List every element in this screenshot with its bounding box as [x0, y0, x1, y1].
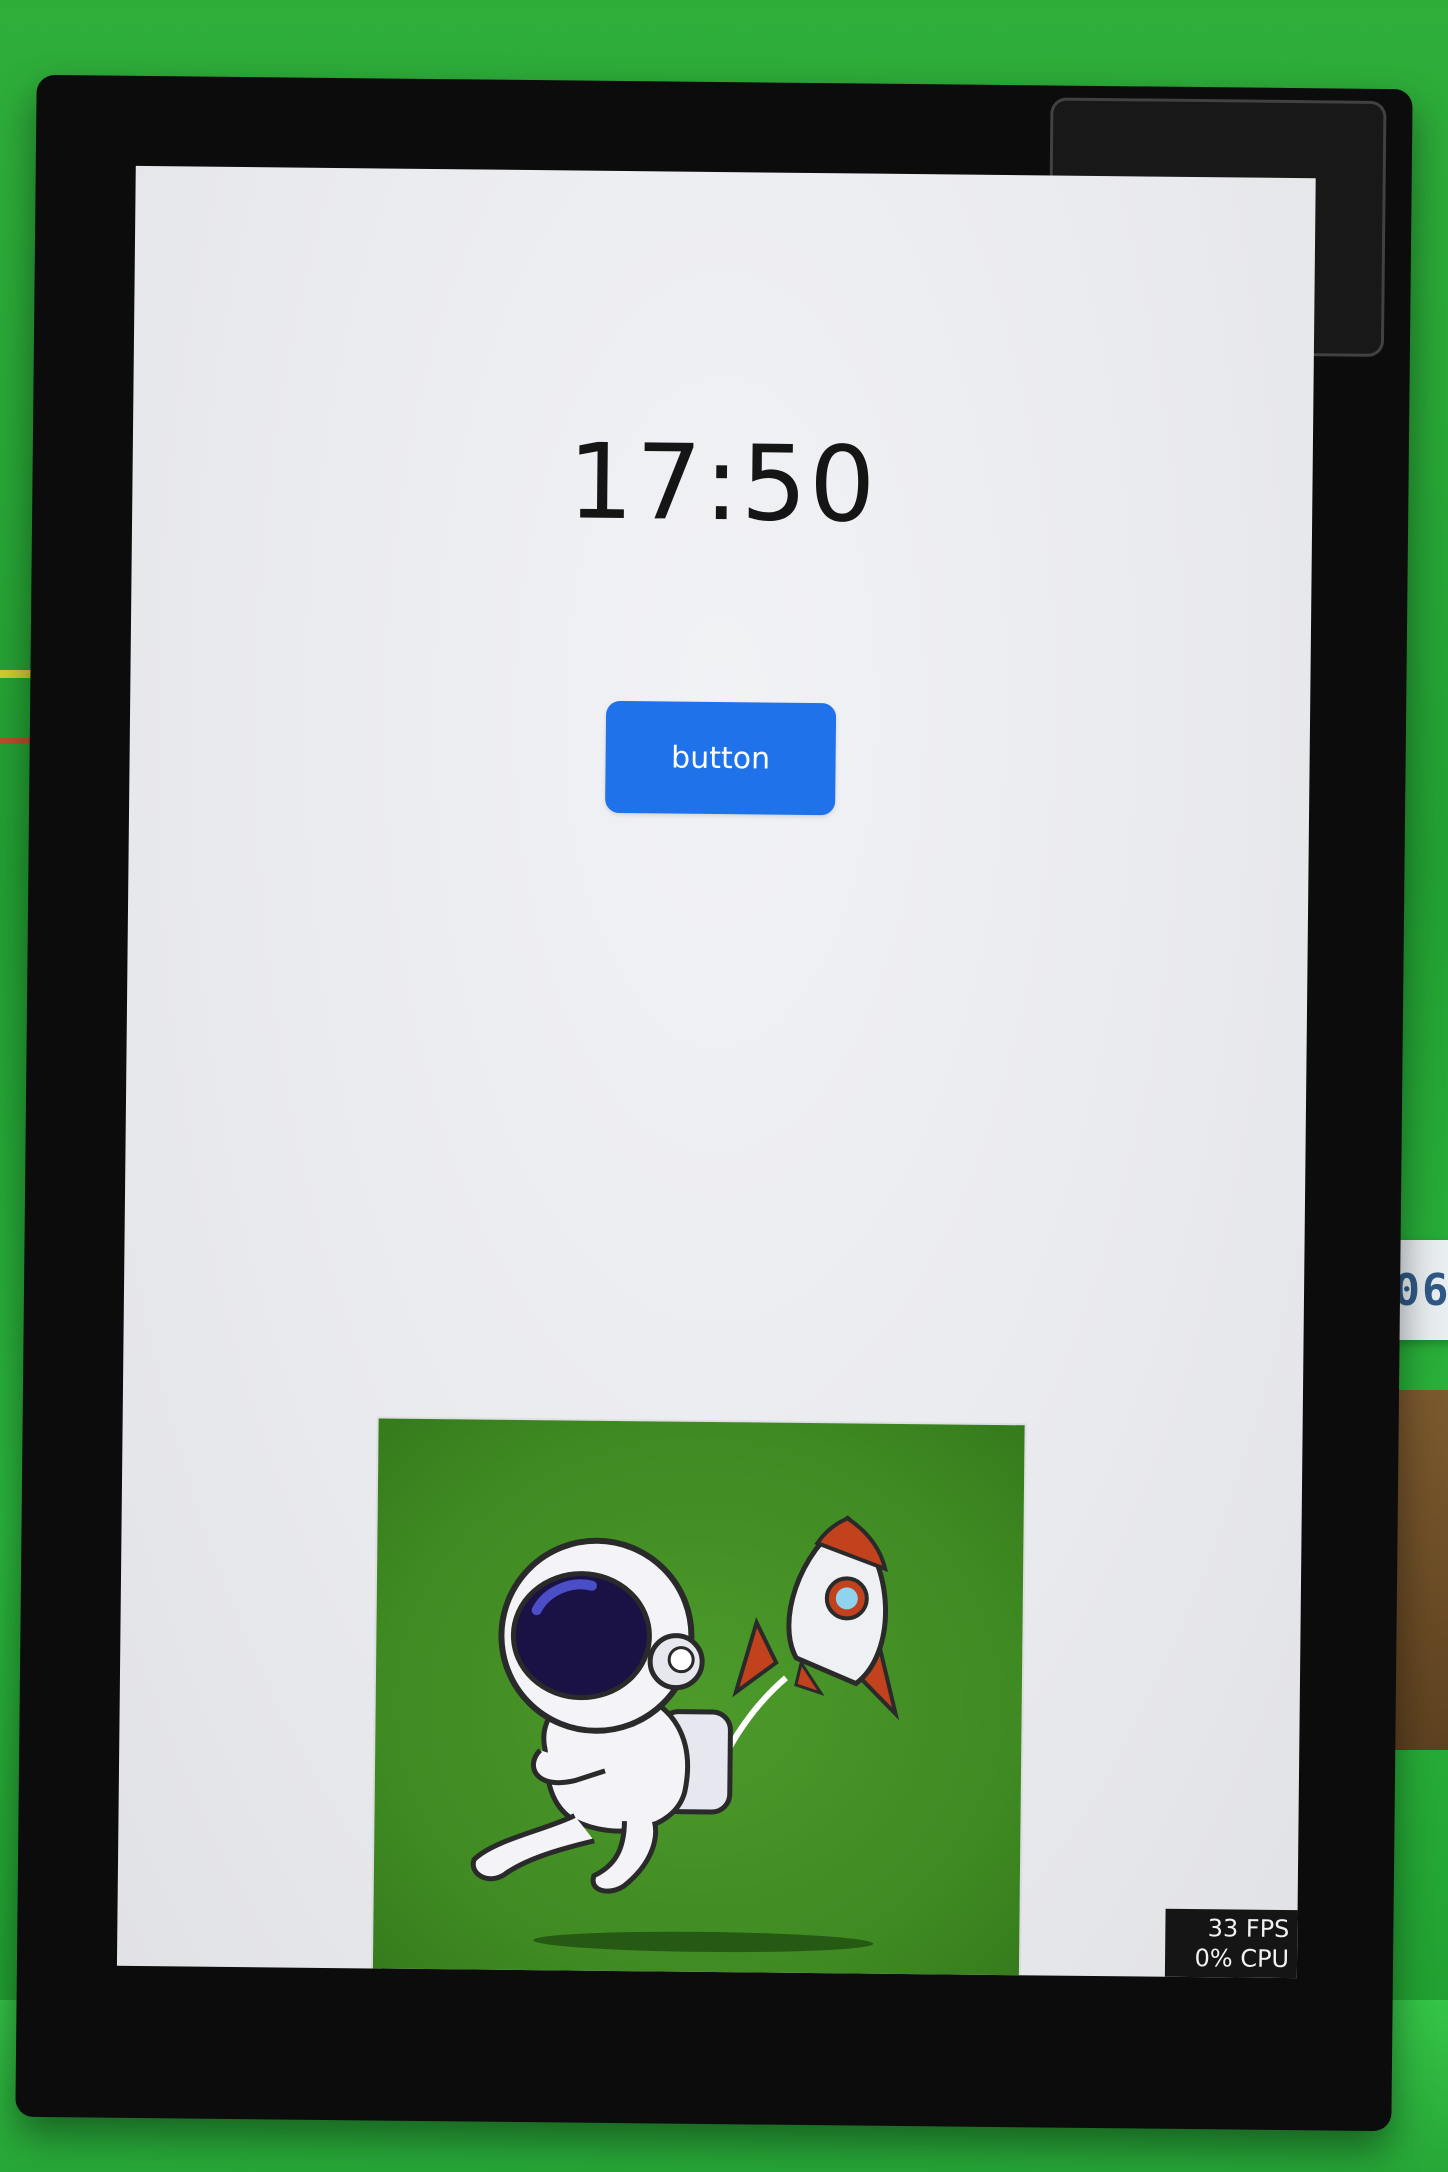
performance-monitor: 33 FPS 0% CPU — [1164, 1908, 1298, 1979]
display-device: 17:50 button 33 FPS 0% CPU — [15, 74, 1413, 2132]
astronaut-image — [372, 1418, 1025, 1979]
cpu-label: 0% CPU — [1194, 1944, 1290, 1974]
astronaut-rocket-icon — [470, 1515, 900, 1953]
main-button[interactable]: button — [605, 700, 837, 816]
fps-label: 33 FPS — [1207, 1914, 1290, 1944]
clock-label: 17:50 — [567, 420, 878, 546]
lcd-screen: 17:50 button 33 FPS 0% CPU — [116, 165, 1316, 1979]
